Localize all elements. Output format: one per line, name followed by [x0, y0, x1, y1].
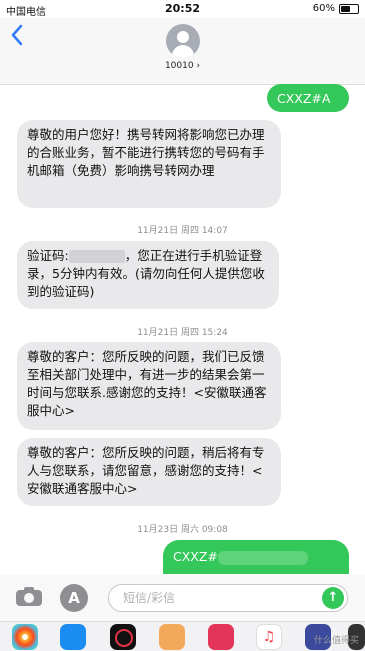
message-input-field[interactable]: ↑ — [108, 584, 348, 612]
memoji-icon[interactable] — [159, 624, 185, 650]
message-input[interactable] — [121, 590, 315, 606]
chevron-left-icon — [11, 24, 23, 46]
heart-icon[interactable] — [208, 624, 234, 650]
camera-button[interactable] — [16, 586, 42, 606]
status-time: 20:52 — [164, 2, 200, 15]
redacted-text — [217, 550, 308, 565]
message-bubble-outgoing[interactable]: CXXZ#A — [267, 84, 349, 112]
message-bubble-incoming[interactable]: 尊敬的客户：您所反映的问题，稍后将有专人与您联系，请您留意，感谢您的支持！<安徽… — [17, 438, 281, 506]
music-icon[interactable]: ♫ — [256, 624, 282, 650]
timestamp: 11月21日 周四 15:24 — [137, 328, 228, 338]
app-store-icon[interactable]: A — [60, 584, 88, 612]
send-button[interactable]: ↑ — [322, 587, 344, 609]
message-bubble-outgoing[interactable]: CXXZ# — [163, 540, 349, 574]
person-icon — [177, 31, 189, 43]
status-right: 60% — [313, 3, 359, 14]
contact-avatar[interactable] — [166, 24, 200, 58]
compose-bar: A ↑ — [0, 575, 365, 621]
message-bubble-incoming[interactable]: 尊敬的用户您好！携号转网将影响您已办理的合账业务，暂不能进行携转您的号码有手机邮… — [17, 120, 281, 208]
app-store-icon[interactable] — [60, 624, 86, 650]
fitness-icon[interactable] — [110, 624, 136, 650]
timestamp: 11月21日 周四 14:07 — [137, 226, 228, 236]
contact-name[interactable]: 10010 › — [0, 61, 365, 71]
conversation-header: 10010 › — [0, 18, 365, 85]
battery-icon — [339, 3, 359, 14]
photos-icon[interactable] — [12, 624, 38, 650]
redacted-code — [68, 250, 125, 263]
watermark: 什么值得买 — [313, 636, 359, 646]
message-bubble-incoming[interactable]: 尊敬的客户：您所反映的问题，我们已反馈至相关部门处理中，有进一步的结果会第一时间… — [17, 342, 281, 430]
back-button[interactable] — [10, 24, 30, 48]
status-bar: 中国电信 20:52 60% — [0, 0, 365, 18]
message-bubble-incoming[interactable]: 验证码: ，您正在进行手机验证登录，5分钟内有效。(请勿向任何人提供您收到的验证码… — [17, 241, 279, 309]
app-drawer: ♫ — [0, 621, 365, 651]
timestamp: 11月23日 周六 09:08 — [137, 525, 228, 535]
battery-percent: 60% — [312, 3, 335, 14]
